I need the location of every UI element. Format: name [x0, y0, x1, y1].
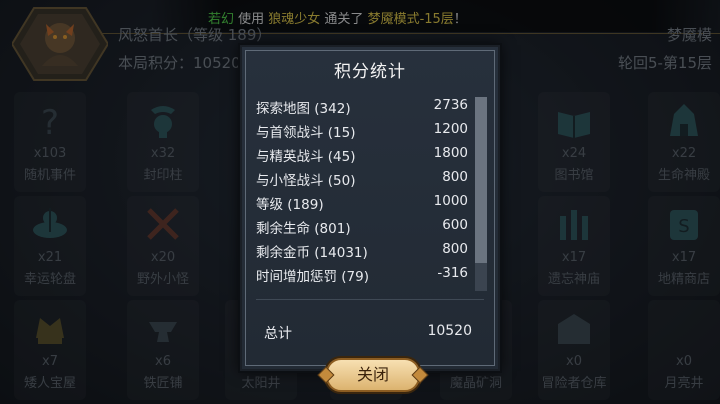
score-row: 剩余金币 (14031) 800: [256, 241, 468, 263]
score-row-label: 探索地图 (342): [256, 101, 351, 117]
score-row-value: 1000: [433, 193, 468, 209]
score-row: 剩余生命 (801) 600: [256, 217, 468, 239]
score-row: 等级 (189) 1000: [256, 193, 468, 215]
score-row-label: 剩余金币 (14031): [256, 245, 368, 261]
score-row: 与小怪战斗 (50) 800: [256, 169, 468, 191]
score-row: 探索地图 (342) 2736: [256, 97, 468, 119]
score-row-value: 1800: [433, 145, 468, 161]
scrollbar-thumb[interactable]: [475, 97, 487, 263]
close-button[interactable]: 关闭: [317, 358, 429, 392]
total-value: 10520: [427, 323, 472, 339]
score-row-label: 与小怪战斗 (50): [256, 173, 356, 189]
score-row-value: 1200: [433, 121, 468, 137]
score-row-label: 剩余生命 (801): [256, 221, 351, 237]
score-row-value: -316: [437, 265, 468, 281]
score-row: 时间增加惩罚 (79) -316: [256, 265, 468, 287]
score-row-label: 等级 (189): [256, 197, 324, 213]
score-row: 与首领战斗 (15) 1200: [256, 121, 468, 143]
score-row-value: 800: [442, 241, 468, 257]
score-row-label: 时间增加惩罚 (79): [256, 269, 370, 285]
score-row-label: 与精英战斗 (45): [256, 149, 356, 165]
score-row-value: 800: [442, 169, 468, 185]
score-row-label: 与首领战斗 (15): [256, 125, 356, 141]
score-stats-dialog: 积分统计 探索地图 (342) 2736 与首领战斗 (15) 1200 与精英战斗 (…: [240, 45, 500, 371]
total-label: 总计: [264, 326, 292, 342]
score-row-value: 2736: [433, 97, 468, 113]
dialog-title: 积分统计: [334, 62, 406, 82]
score-list[interactable]: 探索地图 (342) 2736 与首领战斗 (15) 1200 与精英战斗 (45) 18…: [256, 97, 478, 297]
total-divider: [256, 299, 484, 300]
score-row-value: 600: [442, 217, 468, 233]
score-row: 与精英战斗 (45) 1800: [256, 145, 468, 167]
